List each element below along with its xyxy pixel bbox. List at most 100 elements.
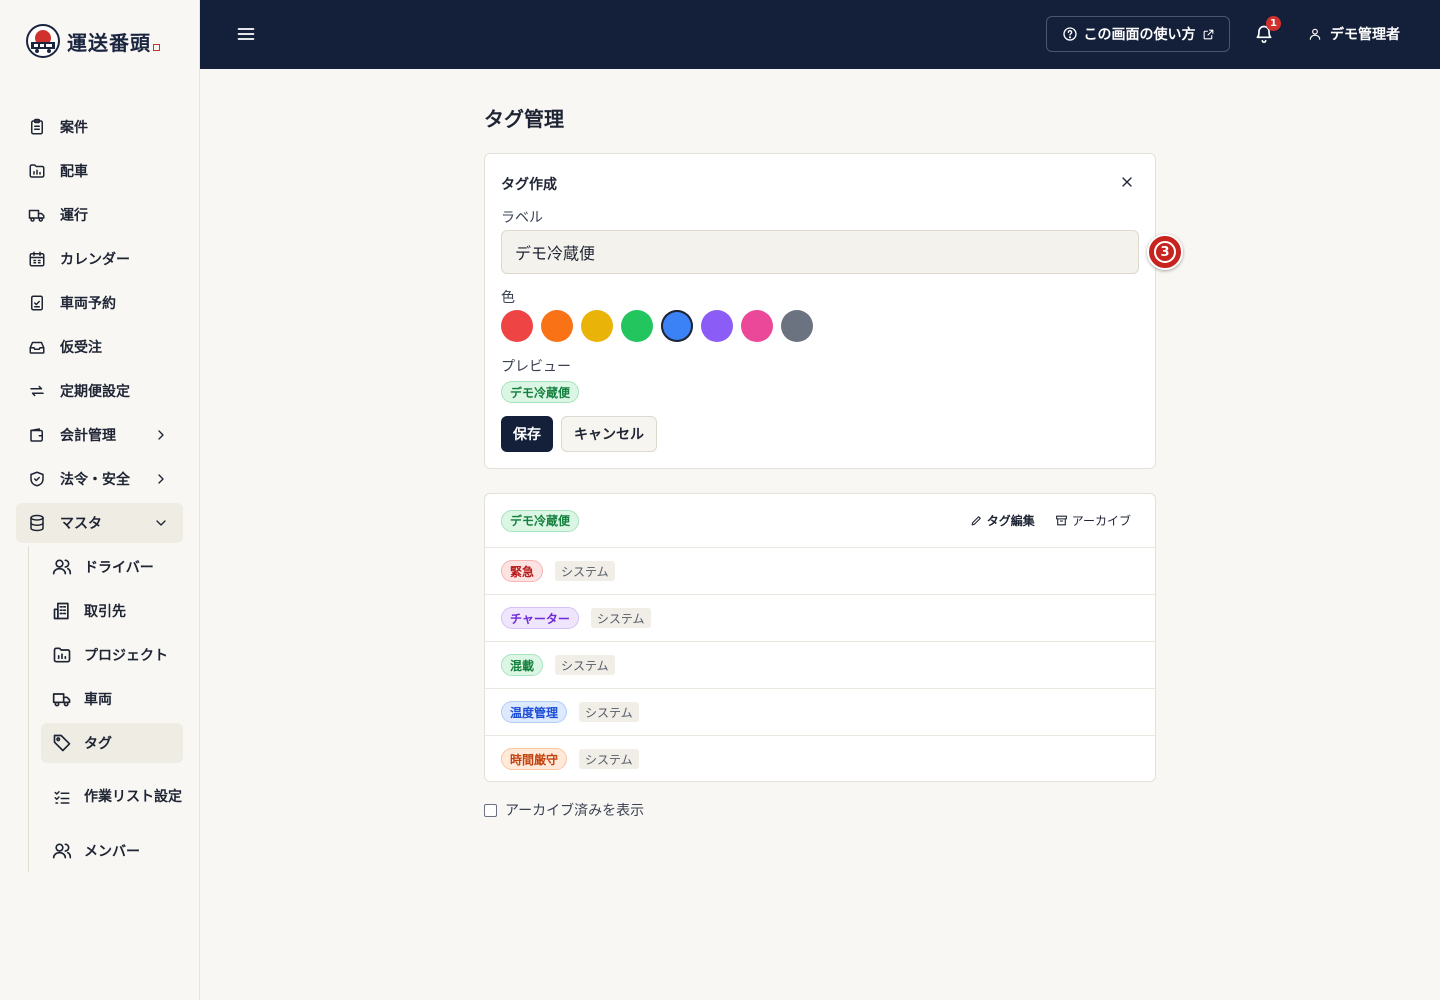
edit-tag-label: タグ編集 [986, 514, 1035, 528]
users-icon [52, 557, 72, 577]
sidebar-item-label: カレンダー [60, 252, 130, 268]
color-swatch-blue[interactable] [661, 310, 693, 342]
edit-tag-button[interactable]: タグ編集 [970, 512, 1035, 529]
sidebar-item-label: 配車 [60, 164, 88, 180]
color-swatch-red[interactable] [501, 310, 533, 342]
sidebar-item-label: 法令・安全 [60, 472, 130, 488]
sidebar-item-label: 取引先 [84, 604, 126, 620]
sidebar-item-label: プロジェクト [84, 648, 168, 664]
sidebar-item-clients[interactable]: 取引先 [41, 591, 183, 631]
user-menu[interactable]: デモ管理者 [1308, 24, 1400, 44]
tag-chip: チャーター [501, 607, 579, 629]
color-caption: 色 [501, 290, 515, 306]
inbox-icon [27, 337, 47, 357]
tag-row-actions: タグ編集 アーカイブ [970, 512, 1131, 529]
sidebar-item-label: 車両 [84, 692, 112, 708]
brand-logo[interactable]: 運送番頭 [25, 22, 160, 60]
sidebar-item-label: 作業リスト設定 [84, 789, 182, 805]
menu-icon[interactable] [236, 24, 256, 44]
pencil-icon [971, 516, 981, 526]
step-marker-badge: 3 [1147, 234, 1183, 270]
database-icon [27, 513, 47, 533]
sidebar-item-projects[interactable]: プロジェクト [41, 635, 183, 675]
user-icon [1309, 28, 1321, 40]
sidebar-item-vehicle-booking[interactable]: 車両予約 [16, 283, 183, 323]
archive-icon [1055, 515, 1067, 526]
brand-seal-icon [153, 43, 160, 51]
help-button-label: この画面の使い方 [1083, 27, 1196, 43]
sidebar-item-accounting[interactable]: 会計管理 [16, 415, 183, 455]
show-archived-checkbox[interactable] [484, 803, 497, 817]
label-field-caption: ラベル [501, 210, 543, 226]
archive-tag-label: アーカイブ [1071, 514, 1131, 528]
system-badge: システム [579, 702, 639, 722]
tag-row: 混載 システム [485, 641, 1155, 688]
sidebar-item-calendar[interactable]: カレンダー [16, 239, 183, 279]
color-swatch-yellow[interactable] [581, 310, 613, 342]
color-swatch-orange[interactable] [541, 310, 573, 342]
sidebar-item-label: メンバー [84, 844, 140, 860]
tag-row: 緊急 システム [485, 547, 1155, 594]
shield-icon [27, 469, 47, 489]
chevron-down-icon [156, 520, 166, 526]
system-badge: システム [555, 655, 615, 675]
sidebar-item-dispatch[interactable]: 配車 [16, 151, 183, 191]
label-input[interactable] [501, 230, 1139, 274]
brand-name: 運送番頭 [67, 30, 151, 55]
tag-chip: デモ冷蔵便 [501, 509, 580, 532]
archive-tag-button[interactable]: アーカイブ [1055, 512, 1131, 529]
cancel-button[interactable]: キャンセル [561, 416, 657, 452]
calendar-icon [27, 249, 47, 269]
color-swatch-gray[interactable] [781, 310, 813, 342]
sidebar-item-tags[interactable]: タグ [41, 723, 183, 763]
tag-row: デモ冷蔵便 タグ編集 アーカイブ [485, 494, 1155, 547]
submenu-divider [28, 546, 29, 872]
brand-emblem-icon [25, 23, 61, 59]
tag-create-form: タグ作成 ラベル 色 プレビュー デモ冷蔵便 保存 キャンセル [484, 153, 1156, 469]
truck-icon [52, 689, 72, 709]
tag-row: 温度管理 システム [485, 688, 1155, 735]
building-icon [52, 601, 72, 621]
tag-row: チャーター システム [485, 594, 1155, 641]
tag-chip: 緊急 [501, 560, 544, 582]
user-name: デモ管理者 [1330, 27, 1400, 43]
external-link-icon [1203, 29, 1213, 39]
page-title: タグ管理 [484, 107, 564, 131]
sidebar-item-members[interactable]: メンバー [41, 831, 183, 871]
show-archived-label: アーカイブ済みを表示 [505, 803, 645, 819]
system-badge: システム [579, 749, 639, 769]
sidebar-item-legal-safety[interactable]: 法令・安全 [16, 459, 183, 499]
chevron-right-icon [158, 474, 164, 484]
sidebar-item-master[interactable]: マスタ [16, 503, 183, 543]
close-icon[interactable] [1119, 174, 1135, 190]
save-button[interactable]: 保存 [501, 416, 553, 452]
sidebar-item-provisional-orders[interactable]: 仮受注 [16, 327, 183, 367]
users-icon [52, 841, 72, 861]
color-swatch-pink[interactable] [741, 310, 773, 342]
sidebar-item-label: 定期便設定 [60, 384, 130, 400]
tag-row: 時間厳守 システム [485, 735, 1155, 782]
sidebar-item-operations[interactable]: 運行 [16, 195, 183, 235]
help-button[interactable]: この画面の使い方 [1046, 16, 1230, 52]
sidebar-item-drivers[interactable]: ドライバー [41, 547, 183, 587]
sidebar-item-label: マスタ [60, 516, 102, 532]
clipboard-icon [27, 117, 47, 137]
sidebar-item-recurring-settings[interactable]: 定期便設定 [16, 371, 183, 411]
tag-chip: 時間厳守 [501, 748, 568, 770]
sidebar-item-label: タグ [84, 736, 112, 752]
preview-caption: プレビュー [501, 359, 571, 375]
show-archived-toggle[interactable]: アーカイブ済みを表示 [484, 800, 644, 820]
help-circle-icon [1062, 27, 1077, 41]
color-swatch-green[interactable] [621, 310, 653, 342]
system-badge: システム [590, 608, 651, 628]
tag-chip: 混載 [501, 654, 544, 676]
sidebar-item-label: 会計管理 [60, 428, 116, 444]
sidebar-item-cases[interactable]: 案件 [16, 107, 183, 147]
sidebar-item-vehicles[interactable]: 車両 [41, 679, 183, 719]
tag-list: デモ冷蔵便 タグ編集 アーカイブ 緊急 システム チャーター システム 混載 シ… [484, 493, 1156, 782]
sidebar-item-task-list-settings[interactable]: 作業リスト設定 [41, 771, 183, 823]
color-swatch-purple[interactable] [701, 310, 733, 342]
sidebar-item-label: ドライバー [84, 560, 154, 576]
sidebar: 運送番頭 案件 配車 運行 カレンダー 車両予約 仮受注 定期便設定 会計管理 … [0, 0, 200, 1000]
chart-folder-icon [27, 161, 47, 181]
